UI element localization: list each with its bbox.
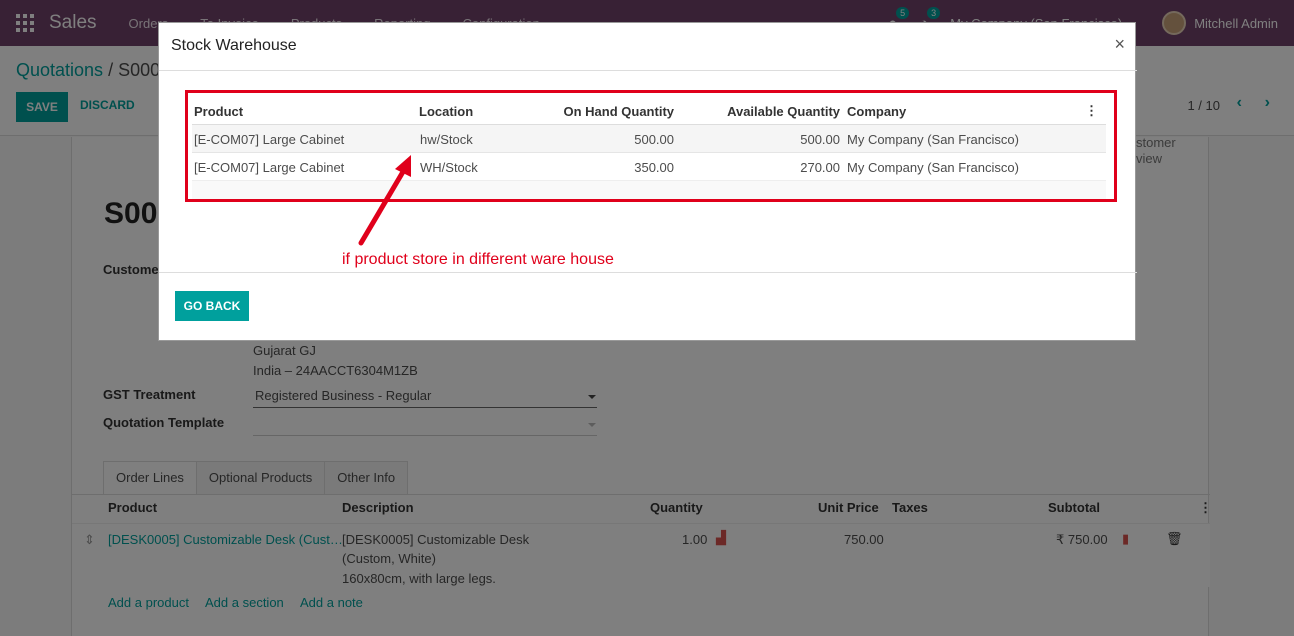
stock-warehouse-dialog: Stock Warehouse × Product Location On Ha… (158, 22, 1137, 342)
close-icon[interactable]: × (1114, 34, 1125, 55)
annotation-arrow-icon (358, 155, 411, 246)
modal-footer: GO BACK (159, 272, 1137, 342)
go-back-button[interactable]: GO BACK (175, 291, 249, 321)
annotation-text: if product store in different ware house (342, 251, 614, 268)
modal-title: Stock Warehouse (171, 37, 297, 54)
modal-header: Stock Warehouse × (159, 23, 1137, 71)
highlight-frame (185, 90, 1117, 202)
